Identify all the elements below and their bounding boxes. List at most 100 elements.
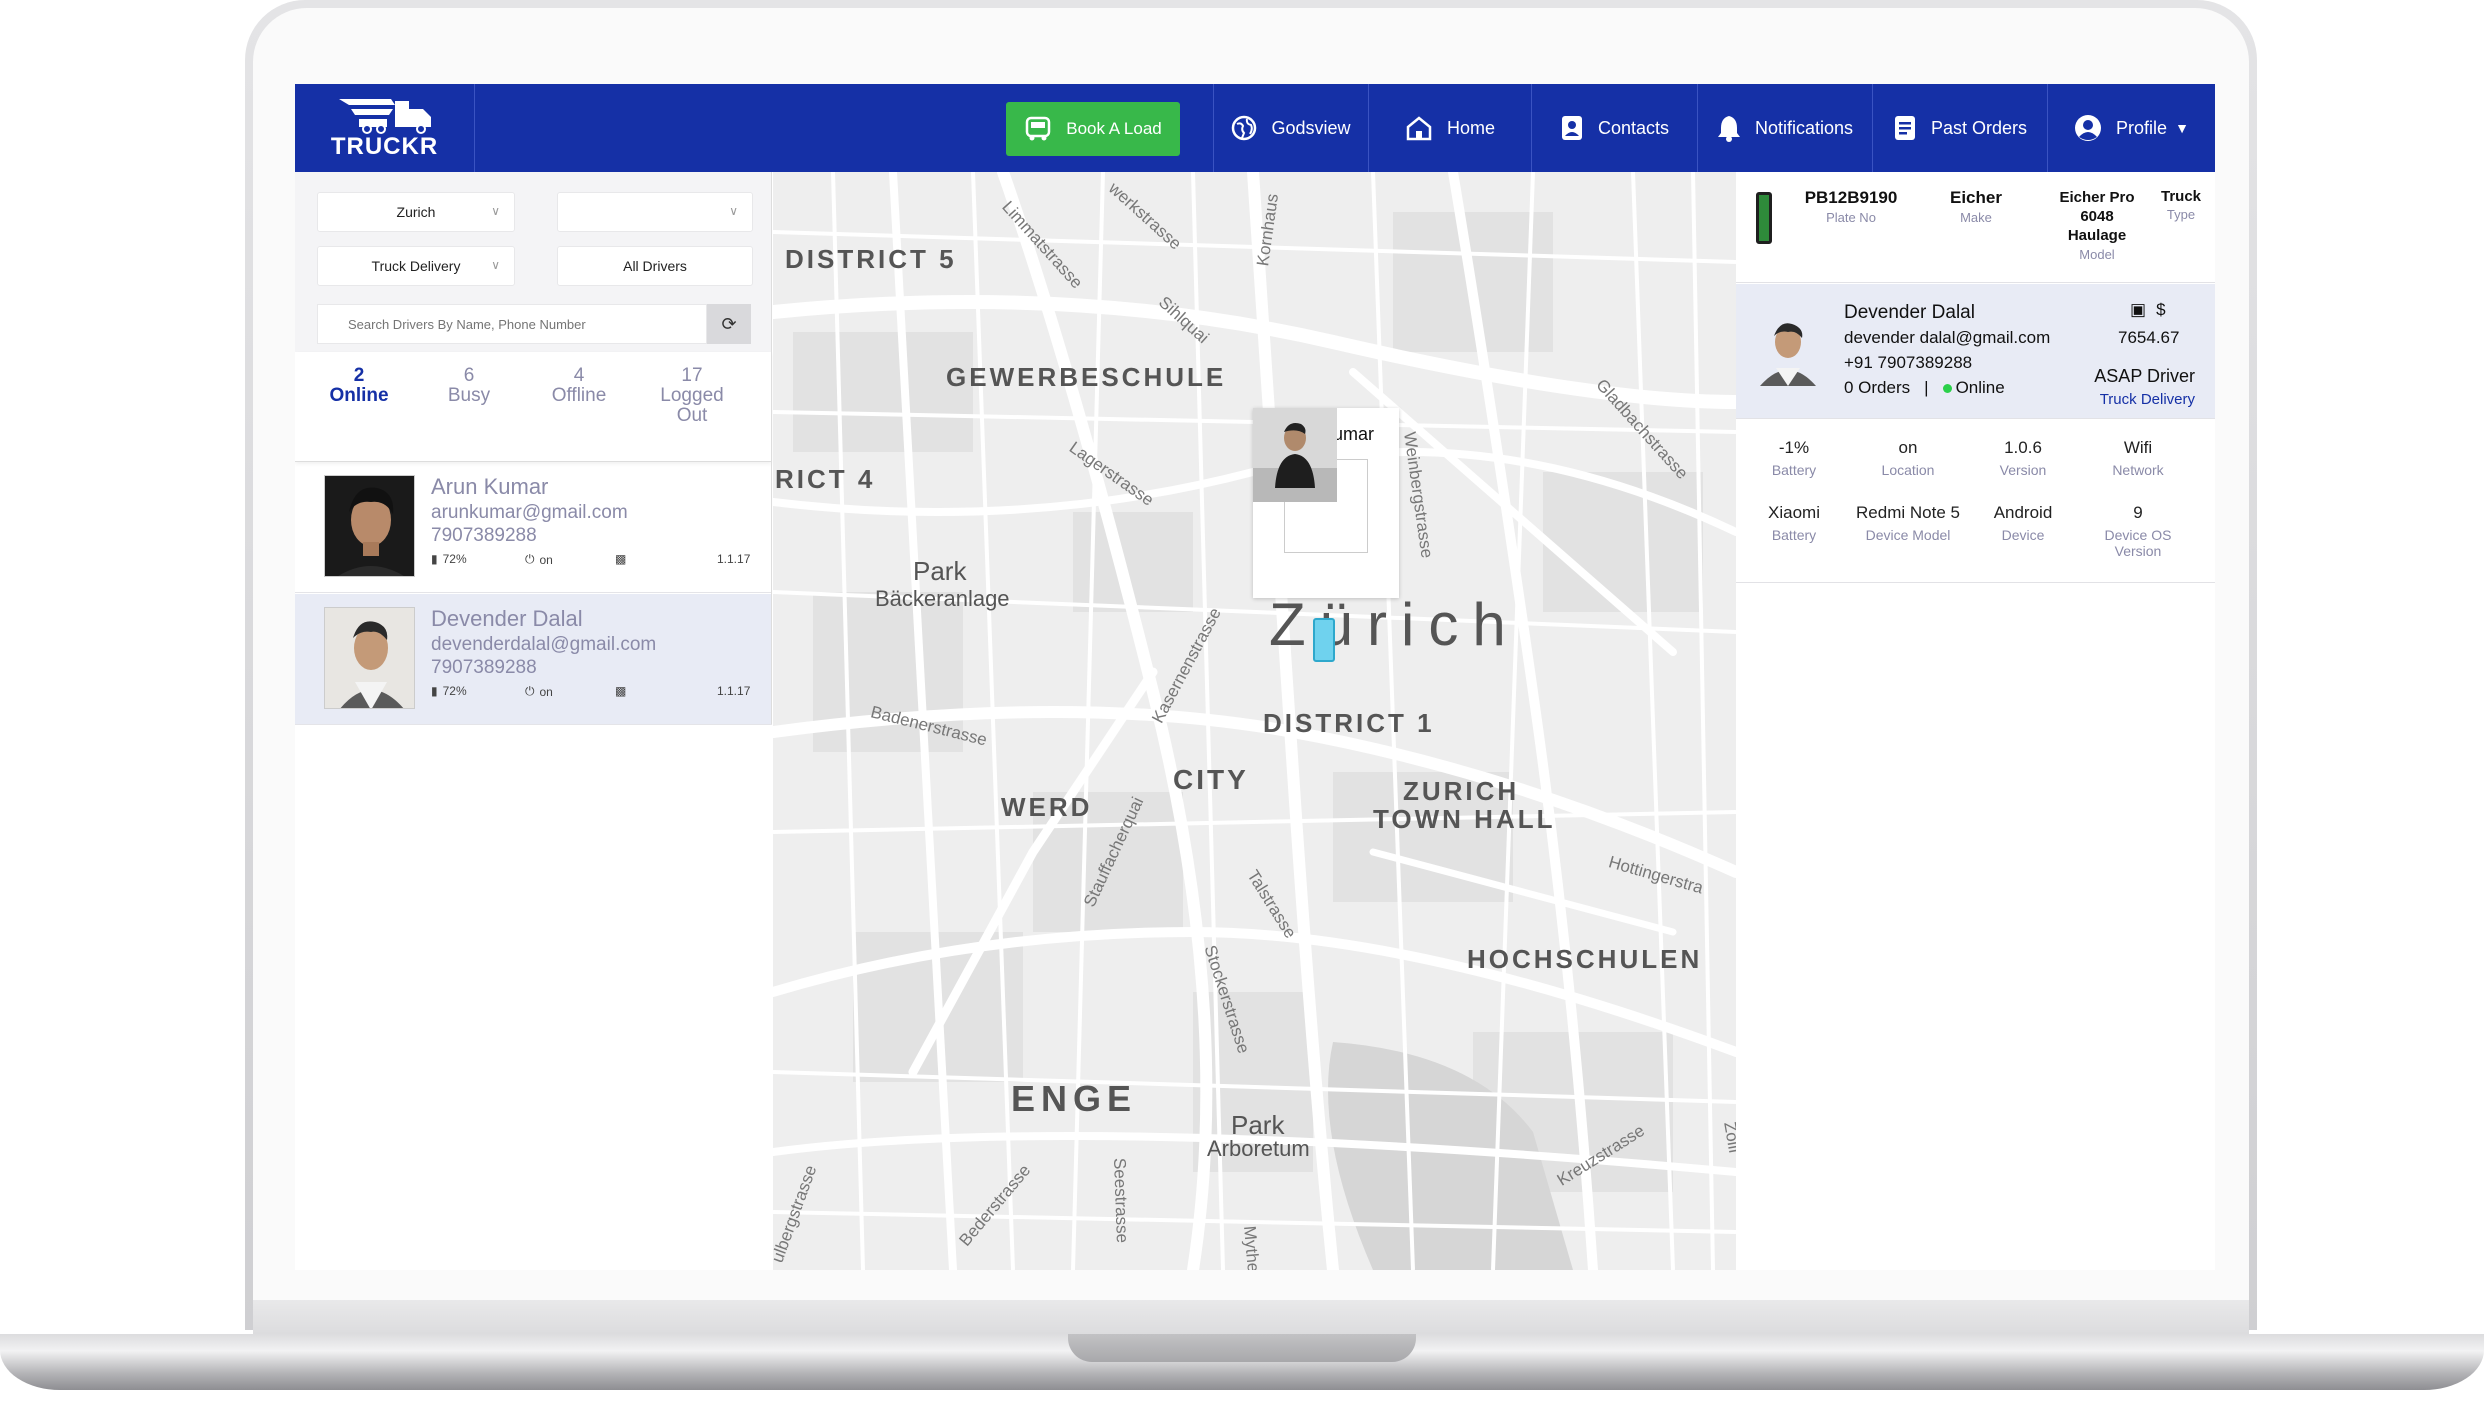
laptop-chin [253,1300,2249,1334]
android-icon: ▩ [615,684,627,698]
orders-count: 0 Orders [1844,378,1911,397]
nav-past-orders[interactable]: Past Orders [1872,84,2047,172]
device-version-value: 1.0.6 [2004,438,2042,457]
vehicle-info: PB12B9190 Plate No Eicher Make Eicher Pr… [1736,172,2215,282]
device-location-label: Location [1881,462,1935,478]
busy-count: 6 [463,365,475,386]
selected-driver-name: Devender Dalal [1844,302,1975,323]
battery-value: 72% [442,552,467,566]
brand-logo[interactable]: TRUCKR [295,84,475,172]
map-label-park-1-name: Bäckeranlage [875,586,1010,611]
map-view[interactable]: DISTRICT 5 GEWERBESCHULE RICT 4 Park Bäc… [773,172,1736,1270]
chevron-down-icon: ∨ [491,258,500,272]
battery-icon: ▮ [431,684,438,698]
driver-battery: ▮ 72% [431,684,467,698]
truck-logo-icon [338,99,431,134]
driver-email: arunkumar@gmail.com [431,502,628,523]
bell-icon [1717,116,1740,142]
driver-list-item[interactable]: Devender Dalal devenderdalal@gmail.com 7… [295,594,772,725]
driver-email: devenderdalal@gmail.com [431,634,657,655]
status-text: Online [1955,378,2005,397]
device-platform-value: Android [1993,503,2053,522]
book-a-load-label: Book A Load [1066,119,1162,138]
plate-value: PB12B9190 [1804,188,1898,207]
power-icon: ⏻ [525,684,535,698]
city-select-value: Zurich [396,204,436,220]
street-mythenquai: Mythe [1240,1225,1263,1270]
device-version-label: Version [1999,462,2047,478]
drivers-filter-select[interactable]: All Drivers [557,246,753,286]
refresh-button[interactable]: ⟳ [707,304,751,344]
device-location: on Location [1853,438,1963,478]
nav-home[interactable]: Home [1368,84,1531,172]
delivery-type-select[interactable]: Truck Delivery ∨ [317,246,515,286]
device-info-grid: -1% Battery on Location 1.0.6 Version Wifi N… [1736,422,2215,582]
offline-count: 4 [573,365,585,386]
city-select[interactable]: Zurich ∨ [317,192,515,232]
model-label: Model [2079,247,2115,262]
nav-notifications[interactable]: Notifications [1697,84,1872,172]
type-value: Truck [2160,188,2202,205]
tab-online[interactable]: 2 Online [309,366,409,406]
tab-offline[interactable]: 4 Offline [529,366,629,406]
app-version: 1.1.17 [717,552,751,566]
book-a-load-button[interactable]: Book A Load [1006,102,1180,156]
map-label-hochschulen: HOCHSCHULEN [1467,944,1703,974]
wallet-icon: ▣ [2130,300,2147,319]
device-brand-label: Battery [1771,527,1817,543]
document-list-icon [1894,116,1915,140]
map-label-district4: RICT 4 [775,464,876,494]
secondary-select[interactable]: ∨ [557,192,753,232]
driver-mode: ASAP Driver [2094,366,2195,386]
vehicle-plate: PB12B9190 Plate No [1796,188,1906,225]
driver-name: Devender Dalal [431,606,583,631]
map-label-town-hall: TOWN HALL [1373,804,1556,834]
divider [1736,282,2215,283]
device-platform: Android Device [1968,503,2078,543]
popup-driver-photo [1253,408,1368,553]
street-seestrasse: Seestrasse [1110,1157,1132,1244]
device-brand-value: Xiaomi [1768,503,1820,522]
map-label-zurich: Zürich [1269,591,1520,658]
driver-map-popup[interactable]: Arun Kumar [1253,408,1399,598]
driver-location-marker[interactable] [1313,618,1335,662]
device-location-value: on [1898,438,1918,457]
vehicle-type: Truck Type [2141,188,2215,222]
nav-notifications-label: Notifications [1754,117,1854,138]
map-label-zurich-town: ZURICH [1403,776,1520,806]
nav-contacts[interactable]: Contacts [1531,84,1697,172]
caret-down-icon: ▼ [2175,120,2189,136]
nav-godsview[interactable]: Godsview [1213,84,1368,172]
tab-busy[interactable]: 6 Busy [419,366,519,406]
online-count: 2 [353,365,365,386]
device-model-label: Device Model [1865,527,1951,543]
tab-logged-out[interactable]: 17 Logged Out [652,366,732,426]
selected-driver-card: Devender Dalal devender dalal@gmail.com … [1736,284,2215,418]
battery-icon: ▮ [431,552,438,566]
map-label-park-2-name: Arboretum [1207,1136,1310,1161]
make-value: Eicher [1950,188,2002,207]
nav-profile[interactable]: Profile ▼ [2047,84,2215,172]
device-os-version: 9 Device OS Version [2083,503,2193,559]
driver-list-item[interactable]: Arun Kumar arunkumar@gmail.com 790738928… [295,462,772,593]
android-icon: ▩ [615,552,627,566]
app-screen: TRUCKR Book A Load Godsview Home Contact… [295,84,2215,1270]
user-circle-icon [2075,115,2102,141]
online-dot-icon [1942,384,1952,394]
driver-battery: ▮ 72% [431,552,467,566]
nav-godsview-label: Godsview [1271,117,1351,138]
drivers-panel: Zurich ∨ ∨ Truck Delivery ∨ All Drivers … [295,172,772,1270]
selected-driver-phone: +91 7907389288 [1844,353,1973,372]
search-drivers-input[interactable] [317,304,707,344]
logo-text: TRUCKR [330,133,439,160]
map-label-district5: DISTRICT 5 [785,244,957,274]
currency-symbol: $ [2156,300,2166,319]
make-label: Make [1960,210,1992,225]
top-navbar: TRUCKR Book A Load Godsview Home Contact… [295,84,2215,172]
power-value: on [539,684,553,699]
map-label-district1: DISTRICT 1 [1263,708,1435,738]
chevron-down-icon: ∨ [729,204,738,218]
driver-power: ⏻ on [525,684,553,699]
home-icon [1406,116,1432,141]
driver-delivery-type: Truck Delivery [2099,391,2195,408]
